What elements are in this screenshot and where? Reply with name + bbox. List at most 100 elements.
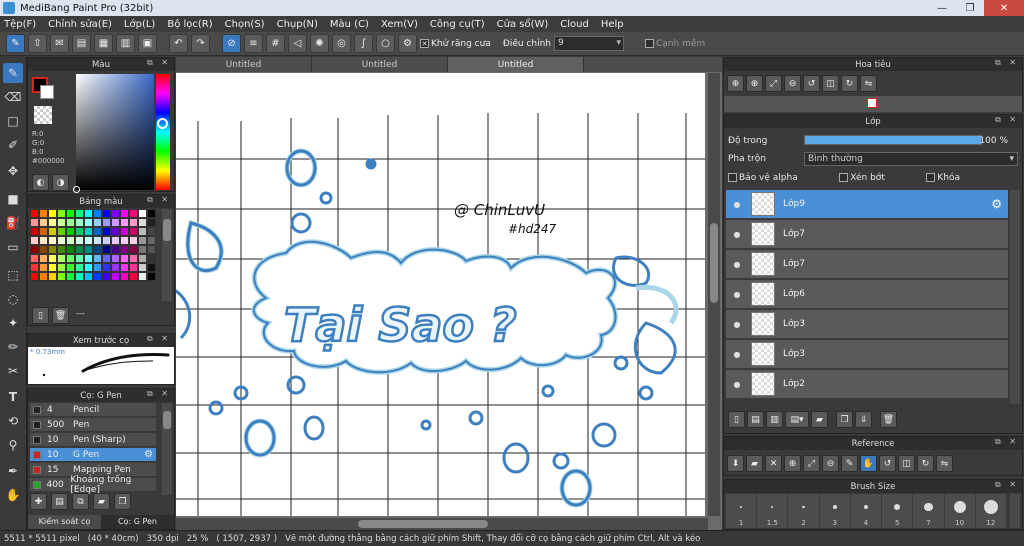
chat-icon[interactable]: ✉ <box>50 34 69 53</box>
swatch-cell[interactable] <box>120 272 129 281</box>
layer-row[interactable]: ● Lớp2 <box>726 370 1008 399</box>
snap-radial-icon[interactable]: ✺ <box>310 34 329 53</box>
rotate-right-icon[interactable]: ↻ <box>841 75 858 92</box>
gradient-tool-icon[interactable]: ▭ <box>3 237 23 257</box>
swatch-cell[interactable] <box>30 236 39 245</box>
swatch-cell[interactable] <box>57 245 66 254</box>
blend-mode-select[interactable]: Bình thường ▾ <box>804 152 1018 166</box>
snap-off-icon[interactable]: ⊘ <box>222 34 241 53</box>
swatch-cell[interactable] <box>120 236 129 245</box>
menu-item-3[interactable]: Bộ lọc(R) <box>167 19 212 30</box>
brush-size-option[interactable]: 2 <box>788 494 819 528</box>
menu-item-2[interactable]: Lớp(L) <box>124 19 155 30</box>
transparent-swatch[interactable] <box>34 106 52 124</box>
snap-vanish-icon[interactable]: ◁ <box>288 34 307 53</box>
brush-scrollbar[interactable] <box>162 403 172 495</box>
swatch-cell[interactable] <box>39 236 48 245</box>
swatch-cell[interactable] <box>57 272 66 281</box>
swatch-cell[interactable] <box>84 272 93 281</box>
swatch-cell[interactable] <box>93 254 102 263</box>
swatch-cell[interactable] <box>120 263 129 272</box>
swatch-cell[interactable] <box>66 218 75 227</box>
redo-icon[interactable]: ↷ <box>191 34 210 53</box>
swatch-cell[interactable] <box>30 227 39 236</box>
brushsize-scrollbar[interactable] <box>1010 494 1020 528</box>
swatch-cell[interactable] <box>120 227 129 236</box>
tab-untitled-3[interactable]: Untitled <box>448 57 584 72</box>
swatch-cell[interactable] <box>39 254 48 263</box>
duplicate-layer-icon[interactable]: ❐ <box>836 411 853 428</box>
swatch-cell[interactable] <box>120 209 129 218</box>
swatch-cell[interactable] <box>48 227 57 236</box>
ref-flip-icon[interactable]: ⇋ <box>936 455 953 472</box>
lasso-tool-icon[interactable]: ◌ <box>3 289 23 309</box>
tab-brush-name[interactable]: Cọ: G Pen <box>101 515 174 529</box>
swatch-cell[interactable] <box>66 254 75 263</box>
dot-tool-icon[interactable]: ✐ <box>3 135 23 155</box>
menu-item-0[interactable]: Tệp(F) <box>4 19 36 30</box>
brush-size-option[interactable]: 5 <box>882 494 913 528</box>
brush-tool-icon[interactable]: ✎ <box>3 63 23 83</box>
navigator-preview[interactable] <box>724 96 1022 112</box>
visibility-icon[interactable]: ● <box>726 350 748 359</box>
swatch-cell[interactable] <box>93 272 102 281</box>
ref-zoom-out-icon[interactable]: ⊖ <box>822 455 839 472</box>
swatch-cell[interactable] <box>93 209 102 218</box>
swatch-cell[interactable] <box>57 209 66 218</box>
swatch-cell[interactable] <box>66 245 75 254</box>
flip-icon[interactable]: ⇋ <box>860 75 877 92</box>
eyedropper-icon[interactable]: ✒ <box>3 461 23 481</box>
color-history-icon[interactable]: ◑ <box>52 174 69 191</box>
swatch-cell[interactable] <box>138 227 147 236</box>
document-icon[interactable]: ▤ <box>72 34 91 53</box>
reset-view-icon[interactable]: ◫ <box>822 75 839 92</box>
open-folder-icon[interactable]: ▰ <box>746 455 763 472</box>
brush-size-option[interactable]: 3 <box>819 494 850 528</box>
menu-item-6[interactable]: Màu (C) <box>330 19 369 30</box>
grid-toggle-icon[interactable]: ▥ <box>116 34 135 53</box>
swatch-cell[interactable] <box>84 209 93 218</box>
layer-row[interactable]: ● Lớp9 ⚙ <box>726 190 1008 219</box>
swatch-cell[interactable] <box>57 227 66 236</box>
brush-size-option[interactable]: 12 <box>975 494 1006 528</box>
swatch-cell[interactable] <box>129 218 138 227</box>
canvas-horizontal-scrollbar[interactable] <box>176 518 708 530</box>
document-canvas[interactable]: Tại Sao ? @ ChinLuvU #hd247 <box>176 73 705 516</box>
upload-icon[interactable]: ⇧ <box>28 34 47 53</box>
visibility-icon[interactable]: ● <box>726 380 748 389</box>
antialias-checkbox[interactable] <box>420 38 429 48</box>
swatch-cell[interactable] <box>138 254 147 263</box>
brush-menu-icon[interactable]: ▤ <box>51 493 68 510</box>
swatch-cell[interactable] <box>93 245 102 254</box>
snap-grid-icon[interactable]: # <box>266 34 285 53</box>
swatch-cell[interactable] <box>147 245 156 254</box>
swatch-cell[interactable] <box>57 254 66 263</box>
swatch-cell[interactable] <box>111 209 120 218</box>
swatch-cell[interactable] <box>84 263 93 272</box>
protect-alpha-toggle[interactable]: Bảo vệ alpha <box>728 173 798 183</box>
text-tool-icon[interactable]: T <box>3 387 23 407</box>
layer-row[interactable]: ● Lớp7 <box>726 250 1008 279</box>
swatch-cell[interactable] <box>93 218 102 227</box>
move-tool-icon[interactable]: ✥ <box>3 161 23 181</box>
swatch-cell[interactable] <box>129 236 138 245</box>
rect-tool-icon[interactable]: □ <box>3 111 23 131</box>
swatch-cell[interactable] <box>111 272 120 281</box>
visibility-icon[interactable]: ● <box>726 320 748 329</box>
snap-curve-icon[interactable]: ∫ <box>354 34 373 53</box>
swatch-cell[interactable] <box>93 236 102 245</box>
swatch-cell[interactable] <box>30 245 39 254</box>
brush-size-option[interactable]: 1 <box>726 494 757 528</box>
swatch-cell[interactable] <box>129 245 138 254</box>
swatch-cell[interactable] <box>102 272 111 281</box>
visibility-icon[interactable]: ● <box>726 260 748 269</box>
swatch-cell[interactable] <box>129 272 138 281</box>
swatch-cell[interactable] <box>39 272 48 281</box>
opacity-slider[interactable] <box>804 135 982 145</box>
settings-gear-icon[interactable]: ⚙ <box>398 34 417 53</box>
menu-item-1[interactable]: Chỉnh sửa(E) <box>48 19 112 30</box>
swatch-cell[interactable] <box>75 218 84 227</box>
swatch-cell[interactable] <box>93 263 102 272</box>
clipping-toggle[interactable]: Xén bớt <box>839 173 885 183</box>
brush-item[interactable]: 10 Pen (Sharp) <box>30 433 156 447</box>
